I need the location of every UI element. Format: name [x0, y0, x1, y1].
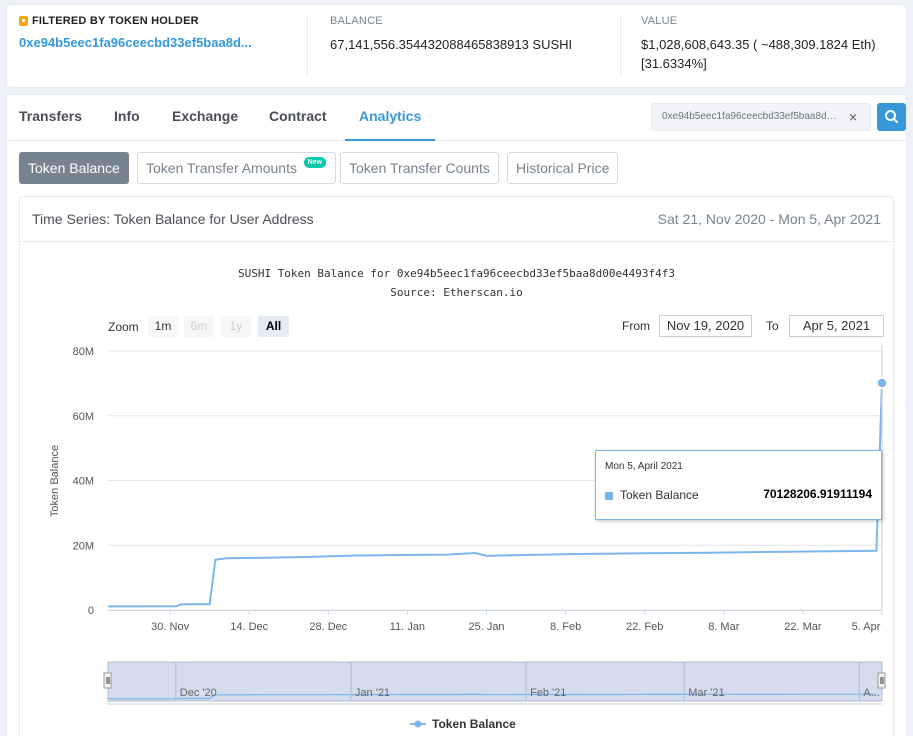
x-tick-label: 8. Feb — [550, 621, 581, 633]
subtab-token-transfer-amounts[interactable]: Token Transfer Amounts New — [137, 152, 336, 184]
main-panel: Transfers Info Exchange Contract Analyti… — [6, 94, 907, 736]
navigator-scrollbar — [108, 703, 882, 705]
x-tick-label: 8. Mar — [708, 621, 740, 633]
divider — [307, 15, 308, 77]
subtab-historical-price[interactable]: Historical Price — [507, 152, 619, 184]
legend-marker — [414, 720, 422, 728]
y-axis-label: Token Balance — [49, 445, 61, 517]
tooltip-value: 70128206.91911194 — [763, 487, 872, 501]
tooltip-series-marker — [605, 492, 613, 500]
search-icon — [885, 110, 899, 124]
hovered-data-point — [876, 377, 888, 389]
holder-column: FILTERED BY TOKEN HOLDER 0xe94b5eec1fa96… — [19, 15, 252, 50]
value-column: VALUE $1,028,608,643.35 ( ~488,309.1824 … — [641, 15, 876, 73]
tab-contract[interactable]: Contract — [269, 95, 327, 141]
navigator-label: Jan '21 — [355, 687, 390, 699]
value-label: VALUE — [641, 15, 678, 27]
tab-transfers[interactable]: Transfers — [19, 95, 82, 141]
navigator-label: A... — [863, 687, 880, 699]
tab-bar: Transfers Info Exchange Contract Analyti… — [7, 95, 906, 141]
search-button[interactable] — [877, 103, 906, 131]
value-usd: $1,028,608,643.35 ( ~488,309.1824 Eth) — [641, 37, 876, 52]
chart-card: Time Series: Token Balance for User Addr… — [19, 196, 894, 736]
value-text: $1,028,608,643.35 ( ~488,309.1824 Eth) [… — [641, 35, 876, 73]
navigator-label: Dec '20 — [180, 687, 217, 699]
clear-icon[interactable]: × — [849, 109, 857, 125]
tooltip-date: Mon 5, April 2021 — [605, 461, 683, 472]
x-tick-label: 14. Dec — [230, 621, 268, 633]
tab-analytics[interactable]: Analytics — [345, 95, 436, 141]
value-percent: [31.6334%] — [641, 56, 707, 71]
x-tick-label: 5. Apr — [852, 621, 881, 633]
x-tick-label: 28. Dec — [309, 621, 347, 633]
tab-info[interactable]: Info — [114, 95, 140, 141]
x-tick-label: 11. Jan — [390, 621, 425, 633]
x-tick-label: 25. Jan — [468, 621, 504, 633]
holder-label-row: FILTERED BY TOKEN HOLDER — [19, 15, 252, 27]
x-tick-label: 22. Mar — [784, 621, 822, 633]
holder-label: FILTERED BY TOKEN HOLDER — [32, 15, 199, 27]
navigator-label: Mar '21 — [688, 687, 724, 699]
new-badge: New — [303, 157, 326, 168]
balance-label: BALANCE — [330, 15, 383, 27]
y-tick-label: 20M — [73, 540, 94, 552]
tab-exchange[interactable]: Exchange — [172, 95, 238, 141]
y-tick-label: 0 — [88, 605, 94, 617]
balance-value: 67,141,556.354432088465838913 SUSHI — [330, 37, 573, 52]
divider — [620, 15, 621, 77]
holder-address-link[interactable]: 0xe94b5eec1fa96ceecbd33ef5baa8d... — [19, 35, 252, 50]
subtab-label: Token Transfer Amounts — [146, 160, 297, 176]
y-tick-label: 40M — [73, 476, 94, 488]
lock-icon — [19, 16, 28, 26]
y-tick-label: 60M — [73, 411, 94, 423]
y-tick-label: 80M — [73, 346, 94, 358]
navigator-label: Feb '21 — [530, 687, 566, 699]
tooltip-series-name: Token Balance — [620, 488, 699, 502]
legend-label: Token Balance — [432, 717, 516, 731]
subtab-token-transfer-counts[interactable]: Token Transfer Counts — [340, 152, 499, 184]
search-input[interactable]: 0xe94b5eec1fa96ceecbd33ef5baa8d00e4493f4… — [651, 103, 871, 131]
chart-tooltip: Mon 5, April 2021 Token Balance 70128206… — [595, 450, 882, 520]
x-tick-label: 22. Feb — [626, 621, 663, 633]
x-tick-label: 30. Nov — [151, 621, 189, 633]
balance-column: BALANCE 67,141,556.354432088465838913 SU… — [330, 15, 572, 54]
token-holder-summary: FILTERED BY TOKEN HOLDER 0xe94b5eec1fa96… — [6, 4, 907, 88]
subtab-token-balance[interactable]: Token Balance — [19, 152, 129, 184]
